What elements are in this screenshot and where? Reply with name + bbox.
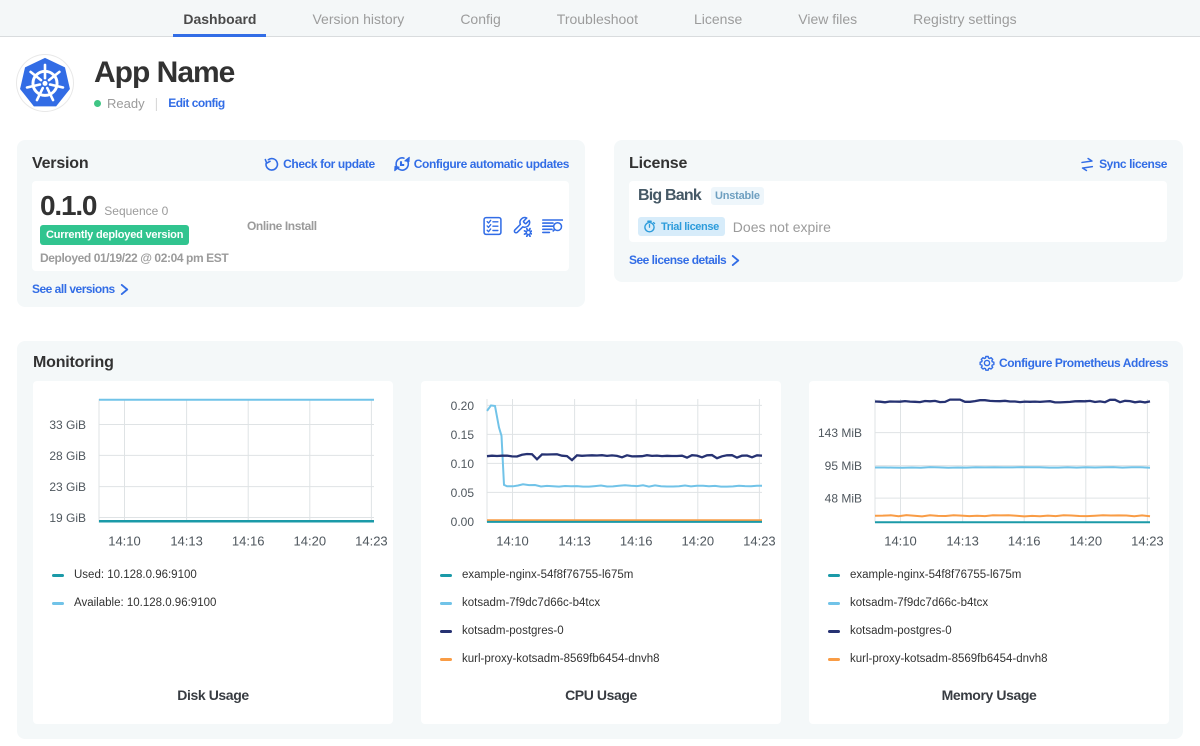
svg-text:14:23: 14:23 xyxy=(743,534,776,549)
svg-text:14:10: 14:10 xyxy=(496,534,529,549)
svg-text:14:13: 14:13 xyxy=(170,534,203,549)
svg-text:28 GiB: 28 GiB xyxy=(49,449,86,463)
svg-text:0.05: 0.05 xyxy=(451,486,475,500)
svg-text:48 MiB: 48 MiB xyxy=(825,492,862,506)
svg-text:0.00: 0.00 xyxy=(451,515,475,529)
svg-text:14:20: 14:20 xyxy=(682,534,715,549)
svg-text:23 GiB: 23 GiB xyxy=(49,480,86,494)
svg-text:14:16: 14:16 xyxy=(620,534,653,549)
svg-text:14:16: 14:16 xyxy=(232,534,265,549)
svg-text:19 GiB: 19 GiB xyxy=(49,511,86,525)
svg-text:95 MiB: 95 MiB xyxy=(825,459,862,473)
svg-text:14:13: 14:13 xyxy=(558,534,591,549)
svg-text:14:23: 14:23 xyxy=(355,534,388,549)
svg-text:14:20: 14:20 xyxy=(1070,534,1103,549)
svg-text:143 MiB: 143 MiB xyxy=(818,426,862,440)
svg-text:14:10: 14:10 xyxy=(108,534,141,549)
svg-text:0.10: 0.10 xyxy=(451,457,475,471)
svg-text:14:10: 14:10 xyxy=(884,534,917,549)
svg-text:33 GiB: 33 GiB xyxy=(49,418,86,432)
svg-text:14:16: 14:16 xyxy=(1008,534,1041,549)
svg-text:14:20: 14:20 xyxy=(294,534,327,549)
svg-text:0.15: 0.15 xyxy=(451,428,475,442)
svg-text:0.20: 0.20 xyxy=(451,399,475,413)
svg-text:14:13: 14:13 xyxy=(946,534,979,549)
svg-text:14:23: 14:23 xyxy=(1131,534,1164,549)
